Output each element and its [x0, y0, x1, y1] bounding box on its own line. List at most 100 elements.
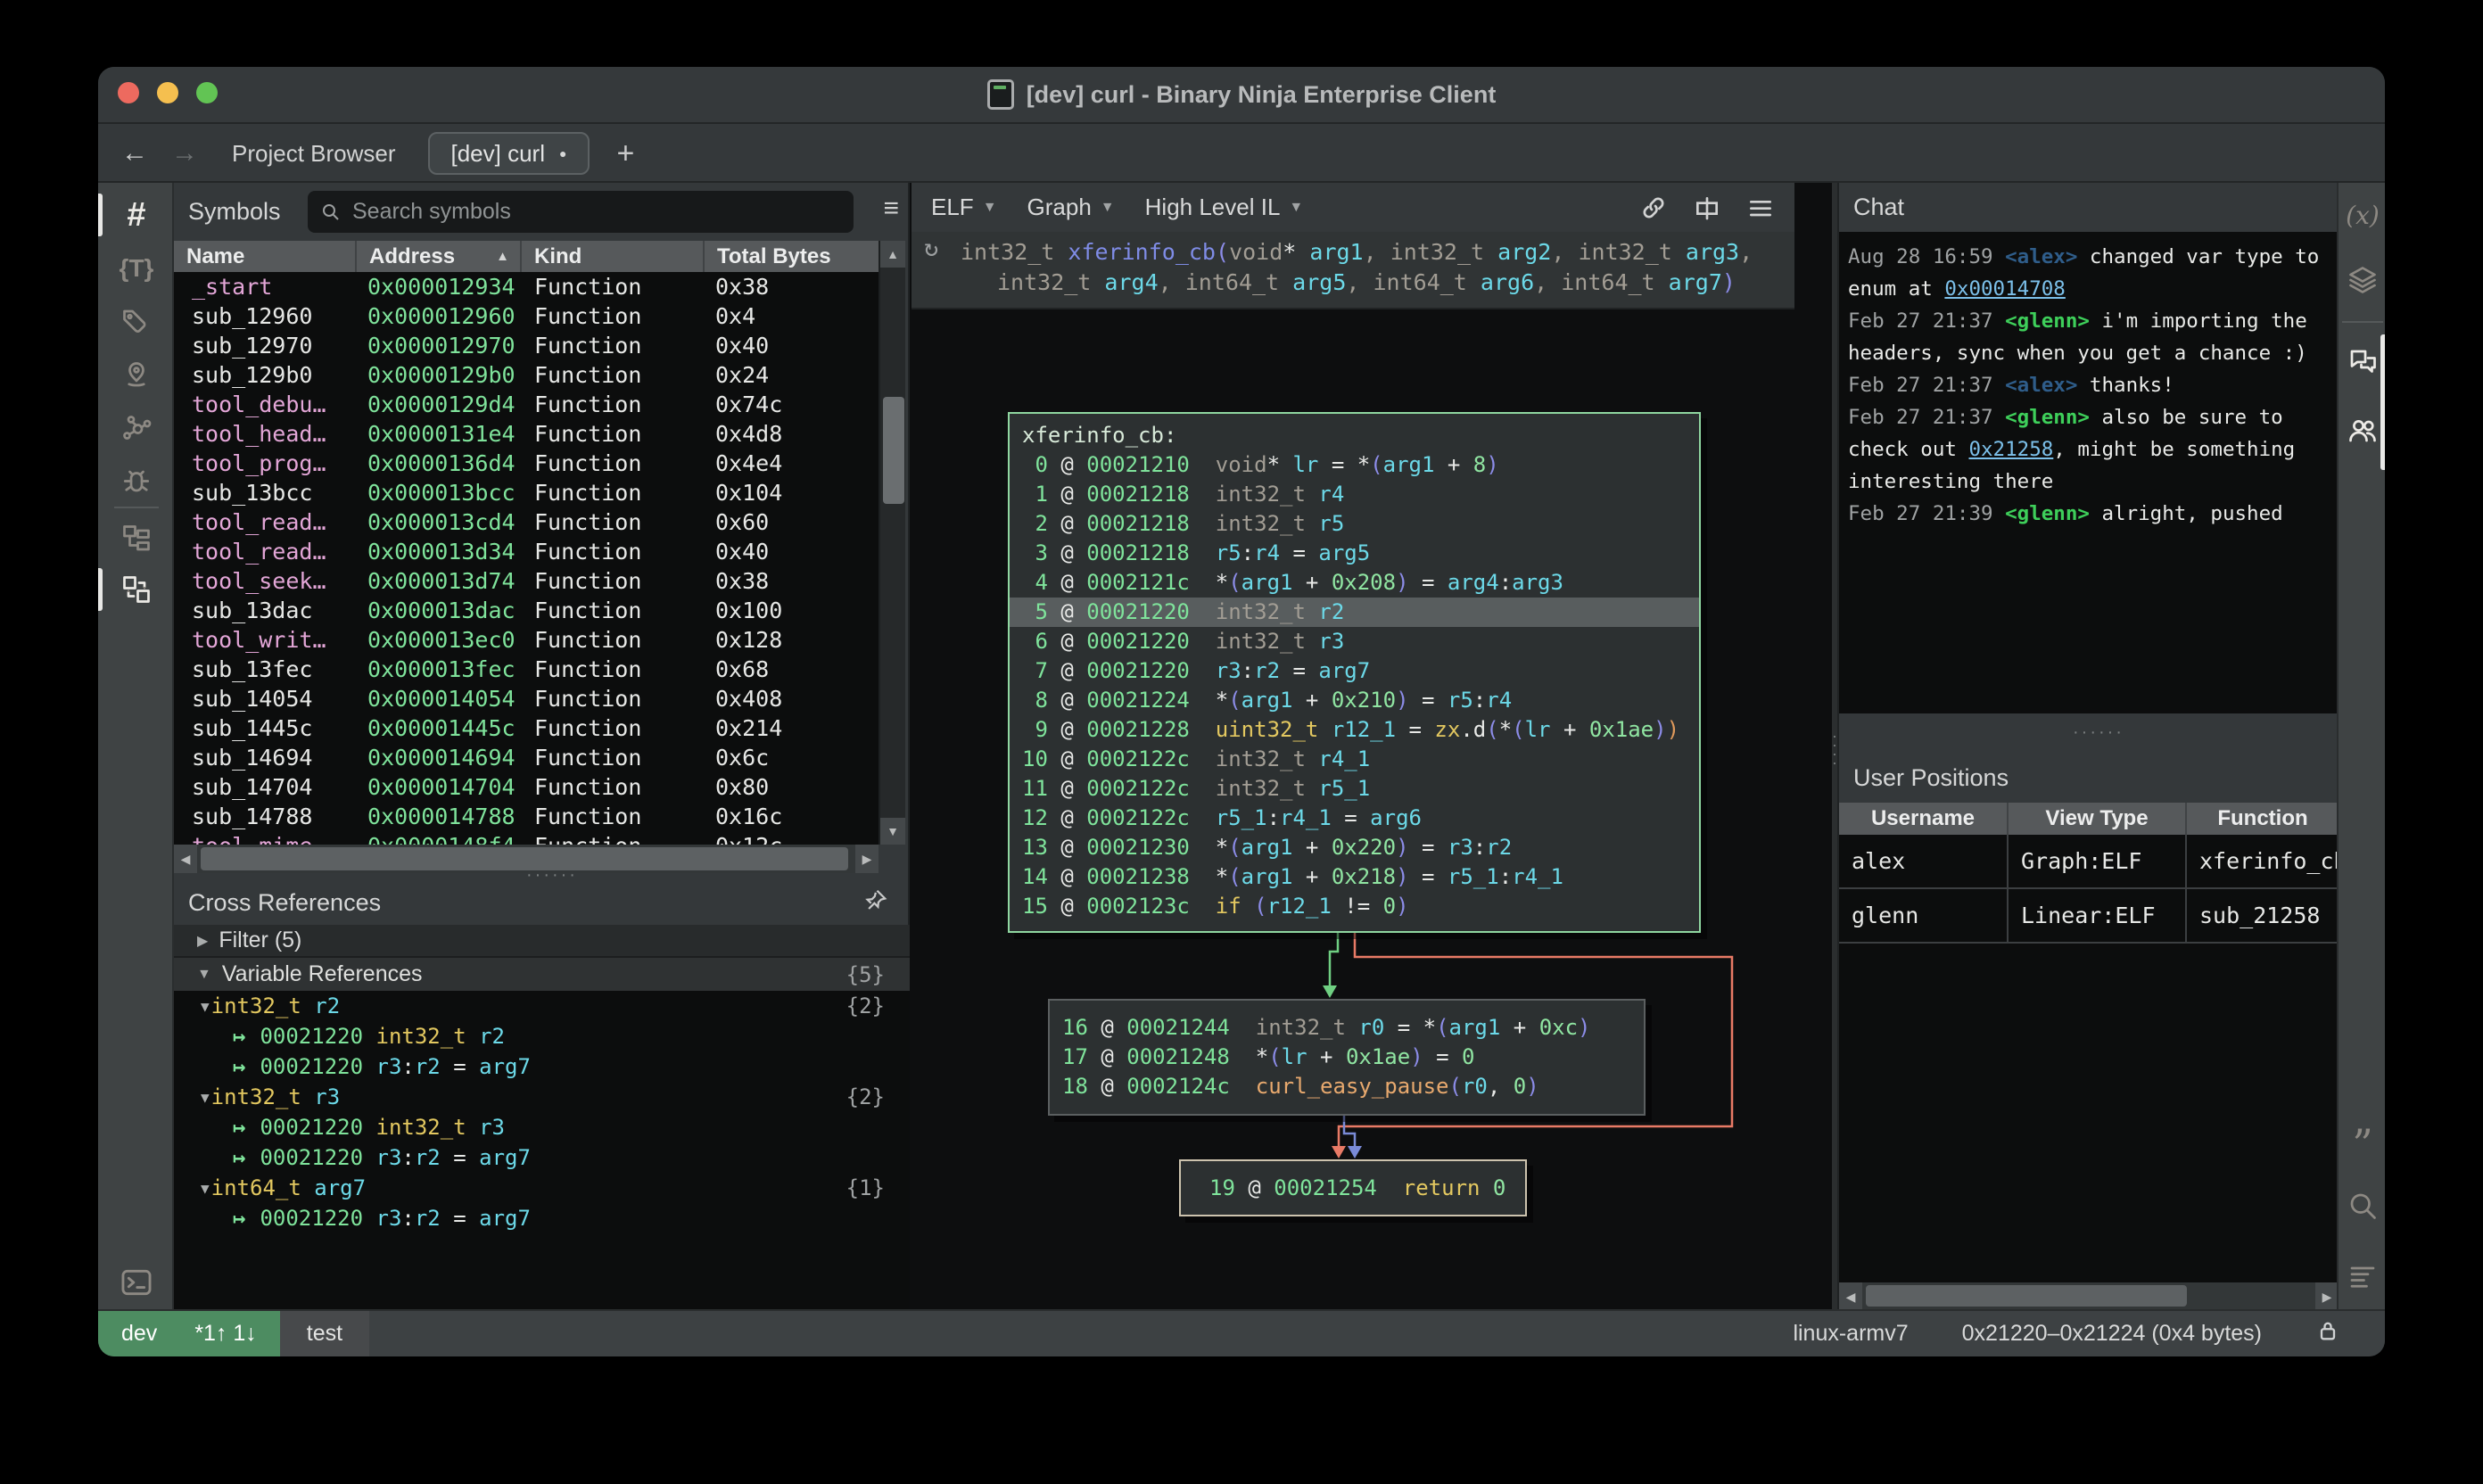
lock-icon[interactable]: [2315, 1318, 2340, 1349]
code-line[interactable]: 8 @ 00021224 *(arg1 + 0x210) = r5:r4: [1010, 686, 1699, 715]
code-line[interactable]: 17 @ 00021248 *(lr + 0x1ae) = 0: [1050, 1043, 1644, 1072]
code-line[interactable]: 15 @ 0002123c if (r12_1 != 0): [1010, 892, 1699, 921]
xrefs-filter-row[interactable]: ▶ Filter (5): [174, 925, 910, 958]
scroll-left-icon[interactable]: ◀: [174, 845, 197, 873]
scroll-right-icon[interactable]: ▶: [2315, 1282, 2339, 1311]
code-line[interactable]: 1 @ 00021218 int32_t r4: [1010, 480, 1699, 509]
symbols-vertical-scrollbar[interactable]: ▲ ▼: [879, 241, 905, 845]
link-icon[interactable]: [1639, 194, 1668, 222]
right-panel-horizontal-scrollbar[interactable]: ◀ ▶: [1839, 1282, 2339, 1309]
symbols-hash-icon[interactable]: #: [118, 196, 155, 234]
scrollbar-thumb[interactable]: [883, 397, 904, 504]
table-row[interactable]: _start0x000012934Function0x38: [174, 272, 879, 301]
xref-variable-group[interactable]: ▼int64_t arg7{1}: [174, 1173, 910, 1203]
address-link[interactable]: 0x21258: [1968, 438, 2053, 461]
code-line[interactable]: 4 @ 0002121c *(arg1 + 0x208) = arg4:arg3: [1010, 568, 1699, 598]
chat-log[interactable]: Aug 28 16:59 <alex> changed var type to …: [1839, 232, 2339, 713]
branch-tab-dev[interactable]: dev *1↑ 1↓: [98, 1311, 280, 1356]
table-row[interactable]: tool_head…0x0000131e4Function0x4d8: [174, 419, 879, 449]
view-type-selector[interactable]: Graph▼: [1027, 194, 1115, 221]
code-line[interactable]: 18 @ 0002124c curl_easy_pause(r0, 0): [1050, 1072, 1644, 1101]
table-row[interactable]: tool_read…0x000013cd4Function0x60: [174, 507, 879, 537]
table-row[interactable]: sub_146940x000014694Function0x6c: [174, 743, 879, 772]
find-magnifier-icon[interactable]: [2344, 1187, 2381, 1224]
code-line[interactable]: 12 @ 0002122c r5_1:r4_1 = arg6: [1010, 804, 1699, 833]
mini-graph-icon[interactable]: [118, 520, 155, 557]
column-header-total-bytes[interactable]: Total Bytes: [705, 241, 879, 272]
panel-splitter-handle[interactable]: ······: [526, 871, 578, 878]
table-row[interactable]: tool_read…0x000013d34Function0x40: [174, 537, 879, 566]
symbols-menu-icon[interactable]: ≡: [883, 194, 899, 224]
code-line[interactable]: 9 @ 00021228 uint32_t r12_1 = zx.d(*(lr …: [1010, 715, 1699, 745]
table-row[interactable]: sub_140540x000014054Function0x408: [174, 684, 879, 713]
tab-dev-curl[interactable]: [dev] curl ●: [428, 132, 590, 175]
scrollbar-thumb[interactable]: [1866, 1285, 2187, 1307]
xref-variable-group[interactable]: ▼int32_t r2{2}: [174, 991, 910, 1021]
bug-icon[interactable]: [118, 464, 155, 501]
split-view-icon[interactable]: [1693, 194, 1721, 222]
menu-icon[interactable]: [1746, 194, 1775, 222]
code-line[interactable]: 16 @ 00021244 int32_t r0 = *(arg1 + 0xc): [1050, 1013, 1644, 1043]
table-row[interactable]: sub_147040x000014704Function0x80: [174, 772, 879, 802]
table-row[interactable]: tool_seek…0x000013d74Function0x38: [174, 566, 879, 596]
xref-item[interactable]: ↦00021220 r3:r2 = arg7: [174, 1051, 910, 1082]
symbols-search[interactable]: [308, 191, 854, 233]
table-row[interactable]: tool_prog…0x0000136d4Function0x4e4: [174, 449, 879, 478]
back-arrow-icon[interactable]: ←: [121, 138, 148, 169]
table-row[interactable]: sub_129600x000012960Function0x4: [174, 301, 879, 331]
table-row[interactable]: sub_147880x000014788Function0x16c: [174, 802, 879, 831]
format-selector[interactable]: ELF▼: [931, 194, 997, 221]
table-row[interactable]: sub_1445c0x00001445cFunction0x214: [174, 713, 879, 743]
table-row[interactable]: sub_13bcc0x000013bccFunction0x104: [174, 478, 879, 507]
basic-block-return[interactable]: 19 @ 00021254 return 0: [1179, 1159, 1527, 1216]
basic-block-entry[interactable]: xferinfo_cb: 0 @ 00021210 void* lr = *(a…: [1008, 412, 1701, 933]
scroll-up-icon[interactable]: ▲: [880, 241, 905, 268]
column-header-kind[interactable]: Kind: [522, 241, 705, 272]
scroll-right-icon[interactable]: ▶: [855, 845, 879, 873]
quotes-icon[interactable]: ”: [2344, 1117, 2381, 1155]
scroll-left-icon[interactable]: ◀: [1839, 1282, 1862, 1311]
scrollbar-thumb[interactable]: [201, 847, 848, 870]
column-header-address[interactable]: Address ▲: [357, 241, 522, 272]
code-line[interactable]: 19 @ 00021254 return 0: [1181, 1174, 1525, 1203]
code-line[interactable]: 10 @ 0002122c int32_t r4_1: [1010, 745, 1699, 774]
table-row[interactable]: sub_129700x000012970Function0x40: [174, 331, 879, 360]
branch-tab-test[interactable]: test: [280, 1311, 369, 1356]
types-braces-icon[interactable]: {T}: [118, 250, 155, 287]
code-line[interactable]: 6 @ 00021220 int32_t r3: [1010, 627, 1699, 656]
xref-variable-group[interactable]: ▼int32_t r3{2}: [174, 1082, 910, 1112]
table-row[interactable]: sub_13dac0x000013dacFunction0x100: [174, 596, 879, 625]
refresh-icon[interactable]: ↻: [924, 234, 938, 264]
table-row[interactable]: sub_129b00x0000129b0Function0x24: [174, 360, 879, 390]
code-line[interactable]: 2 @ 00021218 int32_t r5: [1010, 509, 1699, 539]
log-lines-icon[interactable]: [2344, 1257, 2381, 1295]
code-line[interactable]: 3 @ 00021218 r5:r4 = arg5: [1010, 539, 1699, 568]
code-line[interactable]: 5 @ 00021220 int32_t r2: [1010, 598, 1699, 627]
tag-icon[interactable]: [118, 303, 155, 341]
chat-bubbles-icon[interactable]: [2344, 343, 2381, 381]
panel-splitter-handle[interactable]: ······: [2073, 729, 2124, 736]
table-row[interactable]: sub_13fec0x000013fecFunction0x68: [174, 655, 879, 684]
code-line[interactable]: 7 @ 00021220 r3:r2 = arg7: [1010, 656, 1699, 686]
sync-swap-icon[interactable]: [118, 571, 155, 608]
graph-molecule-icon[interactable]: [118, 410, 155, 448]
code-line[interactable]: 14 @ 00021238 *(arg1 + 0x218) = r5_1:r4_…: [1010, 862, 1699, 892]
address-link[interactable]: 0x00014708: [1944, 277, 2065, 301]
terminal-icon[interactable]: [118, 1264, 155, 1301]
table-row[interactable]: tool_debu…0x0000129d4Function0x74c: [174, 390, 879, 419]
table-row[interactable]: alexGraph:ELFxferinfo_cb: [1839, 835, 2339, 889]
variables-x-icon[interactable]: (x): [2344, 196, 2381, 234]
new-tab-button[interactable]: +: [616, 136, 634, 171]
layers-icon[interactable]: [2344, 261, 2381, 299]
xref-item[interactable]: ↦00021220 int32_t r2: [174, 1021, 910, 1051]
code-line[interactable]: 13 @ 00021230 *(arg1 + 0x220) = r3:r2: [1010, 833, 1699, 862]
tab-project-browser[interactable]: Project Browser: [232, 140, 396, 168]
table-row[interactable]: tool_writ…0x000013ec0Function0x128: [174, 625, 879, 655]
table-row[interactable]: glennLinear:ELFsub_21258: [1839, 889, 2339, 944]
column-header-function[interactable]: Function: [2187, 803, 2339, 835]
forward-arrow-icon[interactable]: →: [171, 138, 198, 169]
xref-item[interactable]: ↦00021220 int32_t r3: [174, 1112, 910, 1142]
users-icon[interactable]: [2344, 411, 2381, 449]
code-line[interactable]: 11 @ 0002122c int32_t r5_1: [1010, 774, 1699, 804]
column-header-name[interactable]: Name: [174, 241, 357, 272]
